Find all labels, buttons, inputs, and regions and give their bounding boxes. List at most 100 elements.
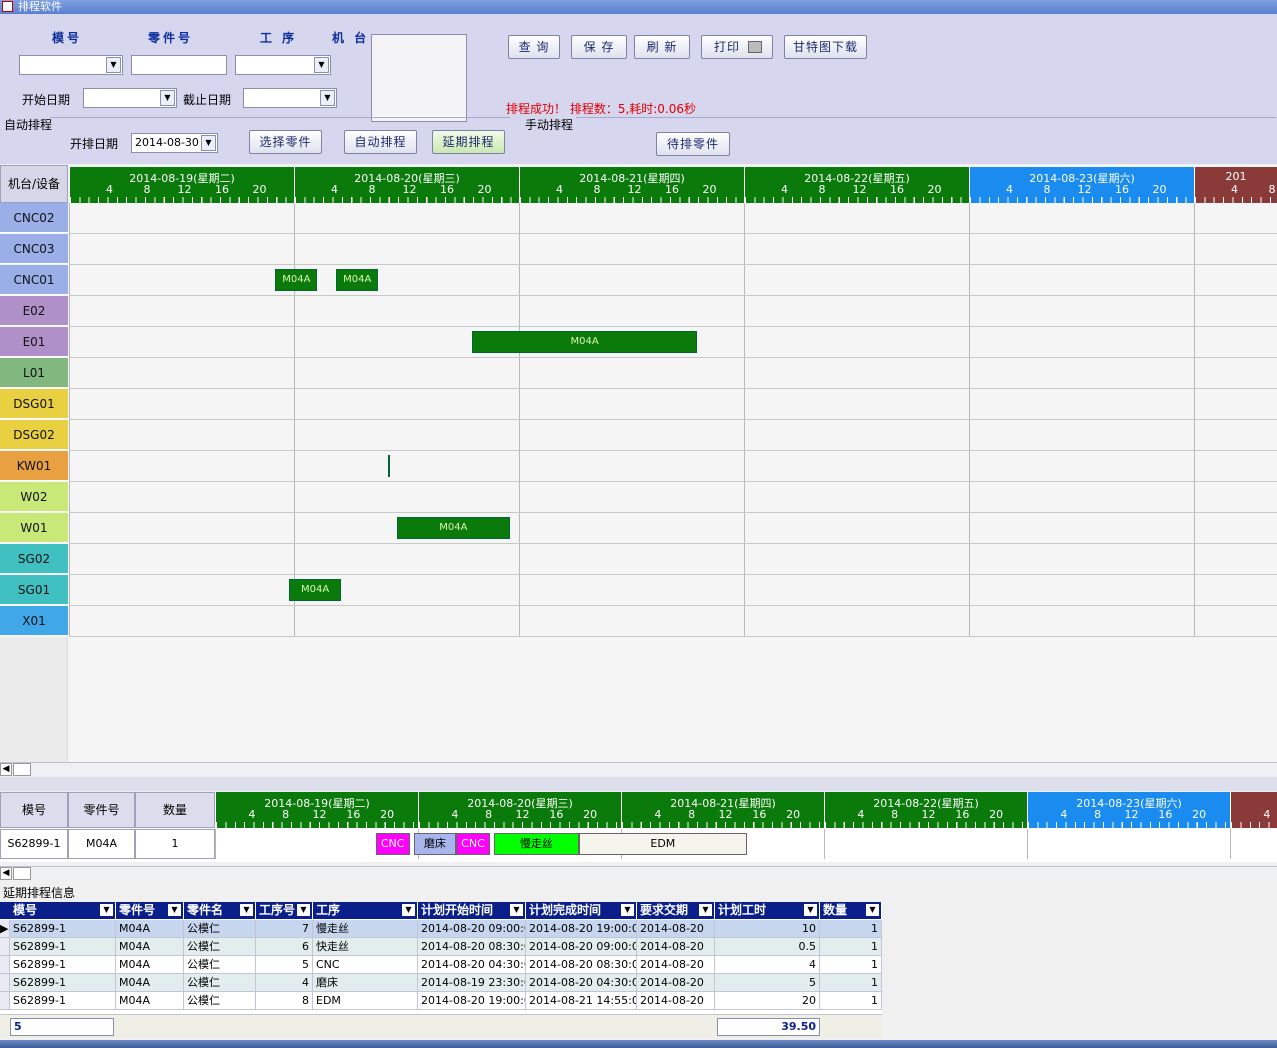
table-cell[interactable]: 公模仁 xyxy=(184,956,256,974)
schedule-bar[interactable] xyxy=(387,455,390,477)
scroll-left-icon[interactable]: ◀ xyxy=(0,867,12,880)
schedule-start-date[interactable]: 2014-08-30 ▼ xyxy=(131,133,218,153)
column-header[interactable]: 模号 ▼ xyxy=(10,902,116,919)
table-cell[interactable]: S62899-1 xyxy=(10,992,116,1010)
delay-schedule-button[interactable]: 延期排程 xyxy=(432,130,505,154)
table-cell[interactable]: 公模仁 xyxy=(184,992,256,1010)
filter-dropdown-icon[interactable]: ▼ xyxy=(168,904,181,916)
machine-label[interactable]: SG01 xyxy=(0,575,68,605)
column-header[interactable]: 零件名 ▼ xyxy=(184,902,256,919)
table-cell[interactable]: 慢走丝 xyxy=(313,920,418,938)
calendar-dropdown-icon[interactable]: ▼ xyxy=(320,90,335,106)
machine-label[interactable]: DSG01 xyxy=(0,389,68,419)
table-cell[interactable]: 公模仁 xyxy=(184,974,256,992)
table-cell[interactable]: S62899-1 xyxy=(10,938,116,956)
column-header[interactable]: 计划开始时间 ▼ xyxy=(418,902,526,919)
pending-parts-button[interactable]: 待排零件 xyxy=(656,132,730,156)
table-cell[interactable]: 2014-08-20 xyxy=(637,920,715,938)
schedule-bar[interactable]: M04A xyxy=(275,269,318,291)
table-cell[interactable]: 1 xyxy=(820,974,882,992)
row-selector[interactable] xyxy=(0,938,10,956)
save-button[interactable]: 保 存 xyxy=(571,35,627,59)
table-cell[interactable]: S62899-1 xyxy=(10,956,116,974)
table-cell[interactable]: 2014-08-20 19:00:00 xyxy=(526,920,637,938)
gantt-hscrollbar[interactable]: ◀ xyxy=(0,762,1277,776)
schedule-bar[interactable]: M04A xyxy=(397,517,510,539)
table-cell[interactable]: S62899-1 xyxy=(10,920,116,938)
scroll-left-icon[interactable]: ◀ xyxy=(0,763,12,776)
print-button[interactable]: 打印 xyxy=(701,35,773,59)
end-date-picker[interactable]: ▼ xyxy=(243,88,337,108)
column-header[interactable]: 零件号 ▼ xyxy=(116,902,184,919)
machine-label[interactable]: CNC02 xyxy=(0,203,68,233)
machine-label[interactable]: KW01 xyxy=(0,451,68,481)
gantt-download-button[interactable]: 甘特图下载 xyxy=(784,35,867,59)
table-cell[interactable]: 2014-08-20 08:30:00 xyxy=(418,938,526,956)
column-header[interactable]: 计划工时 ▼ xyxy=(715,902,820,919)
table-cell[interactable]: 2014-08-20 xyxy=(637,956,715,974)
machine-label[interactable]: L01 xyxy=(0,358,68,388)
filter-dropdown-icon[interactable]: ▼ xyxy=(699,904,712,916)
filter-dropdown-icon[interactable]: ▼ xyxy=(510,904,523,916)
table-cell[interactable]: 20 xyxy=(715,992,820,1010)
schedule-bar[interactable]: M04A xyxy=(472,331,698,353)
table-cell[interactable]: 磨床 xyxy=(313,974,418,992)
table-cell[interactable]: 公模仁 xyxy=(184,920,256,938)
scroll-thumb[interactable] xyxy=(13,763,31,776)
table-cell[interactable]: M04A xyxy=(116,920,184,938)
table-cell[interactable]: 2014-08-21 14:55:00 xyxy=(526,992,637,1010)
process-select[interactable]: ▼ xyxy=(235,55,331,75)
table-cell[interactable]: S62899-1 xyxy=(10,974,116,992)
table-cell[interactable]: 2014-08-20 19:00:00 xyxy=(418,992,526,1010)
splitter[interactable] xyxy=(0,777,1277,791)
table-cell[interactable]: 公模仁 xyxy=(184,938,256,956)
filter-dropdown-icon[interactable]: ▼ xyxy=(866,904,879,916)
row-selector[interactable]: ▶ xyxy=(0,920,10,938)
calendar-dropdown-icon[interactable]: ▼ xyxy=(160,90,175,106)
table-cell[interactable]: M04A xyxy=(116,938,184,956)
operation-bar[interactable]: EDM xyxy=(578,833,748,855)
row-selector[interactable] xyxy=(0,956,10,974)
filter-dropdown-icon[interactable]: ▼ xyxy=(804,904,817,916)
row-selector[interactable] xyxy=(0,992,10,1010)
chevron-down-icon[interactable]: ▼ xyxy=(106,57,121,73)
machine-label[interactable]: E02 xyxy=(0,296,68,326)
machine-label[interactable]: W02 xyxy=(0,482,68,512)
column-header[interactable]: 数量 ▼ xyxy=(820,902,882,919)
machine-label[interactable]: SG02 xyxy=(0,544,68,574)
operation-bar[interactable]: CNC xyxy=(375,833,410,855)
auto-schedule-button[interactable]: 自动排程 xyxy=(344,130,417,154)
table-cell[interactable]: 2014-08-19 23:30:00 xyxy=(418,974,526,992)
table-cell[interactable]: 1 xyxy=(820,956,882,974)
select-parts-button[interactable]: 选择零件 xyxy=(249,130,322,154)
query-button[interactable]: 查 询 xyxy=(508,35,560,59)
table-cell[interactable]: 2014-08-20 09:00:00 xyxy=(418,920,526,938)
table-cell[interactable]: 2014-08-20 xyxy=(637,974,715,992)
table-cell[interactable]: 5 xyxy=(256,956,313,974)
machine-label[interactable]: CNC03 xyxy=(0,234,68,264)
table-cell[interactable]: 0.5 xyxy=(715,938,820,956)
table-cell[interactable]: 5 xyxy=(715,974,820,992)
table-cell[interactable]: M04A xyxy=(116,974,184,992)
table-cell[interactable]: 1 xyxy=(820,920,882,938)
table-cell[interactable]: 10 xyxy=(715,920,820,938)
part-input[interactable] xyxy=(131,55,227,75)
column-header[interactable]: 要求交期 ▼ xyxy=(637,902,715,919)
filter-dropdown-icon[interactable]: ▼ xyxy=(621,904,634,916)
column-header[interactable]: 计划完成时间 ▼ xyxy=(526,902,637,919)
filter-dropdown-icon[interactable]: ▼ xyxy=(100,904,113,916)
schedule-bar[interactable]: M04A xyxy=(336,269,379,291)
table-cell[interactable]: 4 xyxy=(715,956,820,974)
table-cell[interactable]: M04A xyxy=(116,956,184,974)
operation-bar[interactable]: CNC xyxy=(456,833,490,855)
table-cell[interactable]: 6 xyxy=(256,938,313,956)
table-cell[interactable]: 2014-08-20 04:30:00 xyxy=(418,956,526,974)
schedule-bar[interactable]: M04A xyxy=(289,579,341,601)
chevron-down-icon[interactable]: ▼ xyxy=(201,135,216,151)
taskbar[interactable] xyxy=(0,1040,1277,1048)
table-cell[interactable]: 7 xyxy=(256,920,313,938)
table-cell[interactable]: 2014-08-20 04:30:00 xyxy=(526,974,637,992)
table-cell[interactable]: 2014-08-20 xyxy=(637,938,715,956)
detail-hscrollbar[interactable]: ◀ xyxy=(0,866,1277,880)
table-cell[interactable]: CNC xyxy=(313,956,418,974)
